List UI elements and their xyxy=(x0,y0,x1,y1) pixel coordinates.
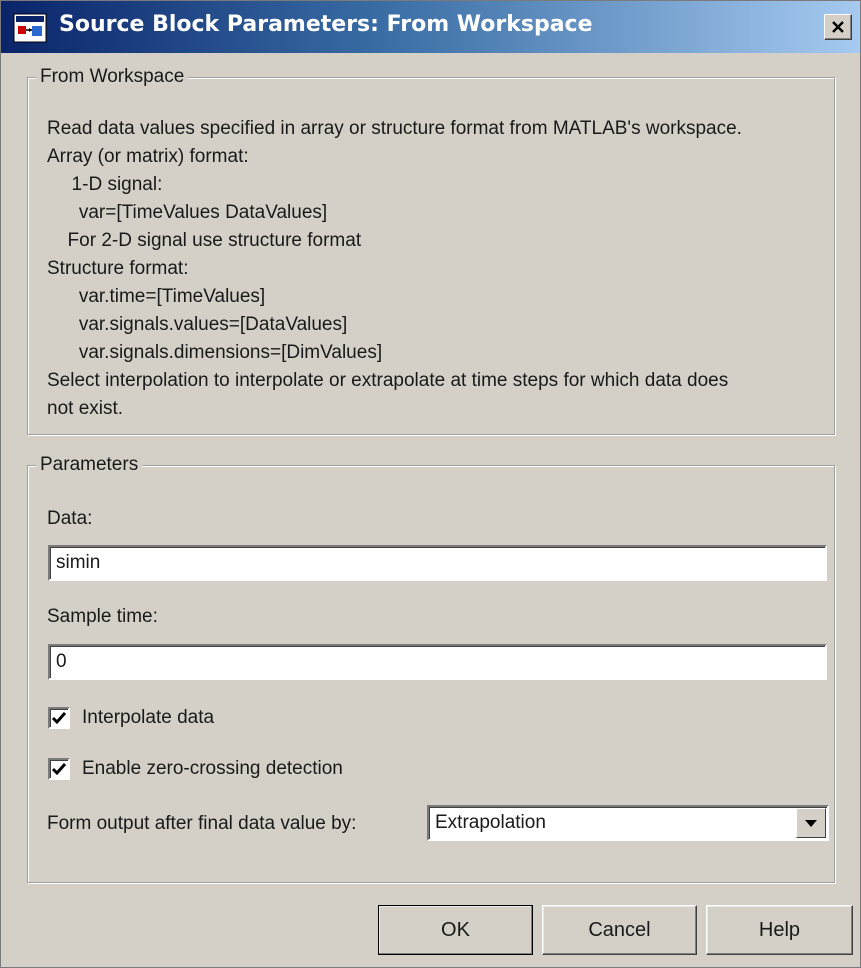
form-output-value: Extrapolation xyxy=(435,812,546,833)
close-icon xyxy=(832,21,844,33)
description-line: Array (or matrix) format: xyxy=(47,146,249,167)
description-line: Read data values specified in array or s… xyxy=(47,118,742,139)
zero-crossing-row[interactable]: Enable zero-crossing detection xyxy=(48,756,343,782)
data-label: Data: xyxy=(47,508,93,529)
description-line: Select interpolation to interpolate or e… xyxy=(47,370,729,391)
chevron-down-icon xyxy=(805,820,817,827)
interpolate-data-row[interactable]: Interpolate data xyxy=(48,705,214,731)
form-output-label: Form output after final data value by: xyxy=(47,813,357,834)
zero-crossing-checkbox[interactable] xyxy=(48,758,70,780)
parameters-group-legend: Parameters xyxy=(36,454,143,476)
cancel-button[interactable]: Cancel xyxy=(542,905,697,955)
close-button[interactable] xyxy=(824,14,852,40)
description-line: var.time=[TimeValues] xyxy=(63,286,266,307)
interpolate-data-checkbox[interactable] xyxy=(48,707,70,729)
simulink-block-icon xyxy=(13,13,47,43)
checkmark-icon xyxy=(51,763,67,776)
form-output-select[interactable]: Extrapolation xyxy=(427,805,829,841)
description-line: var.signals.dimensions=[DimValues] xyxy=(63,342,383,363)
dropdown-button[interactable] xyxy=(796,808,826,838)
ok-button[interactable]: OK xyxy=(378,905,533,955)
description-line: var=[TimeValues DataValues] xyxy=(63,202,328,223)
sample-time-input[interactable] xyxy=(48,644,827,680)
dialog-window: Source Block Parameters: From Workspace … xyxy=(0,0,861,968)
description-group-legend: From Workspace xyxy=(36,66,189,88)
description-line: var.signals.values=[DataValues] xyxy=(63,314,348,335)
window-title: Source Block Parameters: From Workspace xyxy=(59,12,593,37)
help-button[interactable]: Help xyxy=(706,905,853,955)
description-line: not exist. xyxy=(47,398,124,419)
description-line: For 2-D signal use structure format xyxy=(57,230,362,251)
interpolate-data-label: Interpolate data xyxy=(82,707,215,728)
sample-time-label: Sample time: xyxy=(47,606,158,627)
title-bar[interactable]: Source Block Parameters: From Workspace xyxy=(1,1,860,53)
checkmark-icon xyxy=(51,712,67,725)
description-line: 1-D signal: xyxy=(61,174,163,195)
description-line: Structure format: xyxy=(47,258,189,279)
zero-crossing-label: Enable zero-crossing detection xyxy=(82,758,343,779)
data-input[interactable] xyxy=(48,545,827,581)
